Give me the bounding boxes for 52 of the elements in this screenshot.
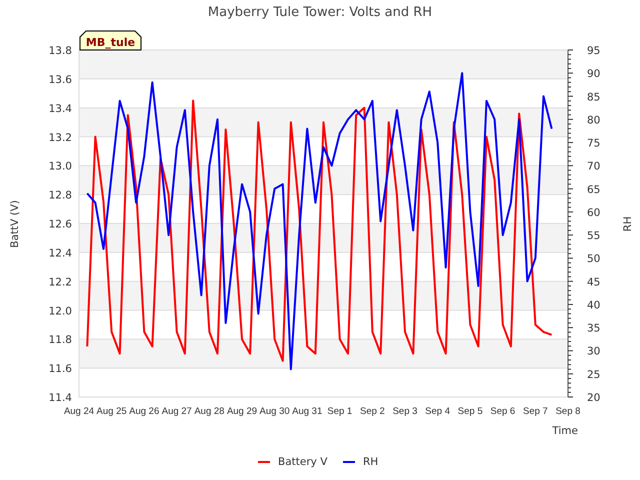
tick-label: 40 (587, 299, 600, 312)
tick-label: Sep 2 (360, 406, 385, 417)
tick-label: 12.2 (48, 276, 72, 288)
tick-label: Aug 29 (226, 406, 258, 417)
tick-label: 12.8 (48, 190, 72, 202)
tick-label: Aug 31 (292, 406, 322, 417)
tick-label: 20 (587, 392, 600, 404)
tick-label: 70 (587, 160, 600, 173)
tick-label: Aug 26 (129, 406, 160, 417)
tick-label: 25 (587, 368, 600, 381)
tick-label: Aug 25 (96, 406, 127, 417)
chart-title: Mayberry Tule Tower: Volts and RH (208, 5, 432, 20)
tick-label: 85 (587, 91, 600, 104)
tick-label: 12.6 (48, 218, 72, 230)
station-tag: MB_tule (80, 30, 142, 50)
tick-label: Aug 27 (162, 406, 192, 417)
tick-label: Aug 30 (260, 406, 290, 417)
tick-label: 95 (587, 45, 600, 57)
tick-label: Sep 3 (392, 406, 418, 417)
tick-label: Sep 4 (425, 406, 450, 417)
tick-label: 13.6 (48, 74, 72, 86)
tick-label: 11.6 (48, 363, 72, 376)
tick-label: Aug 24 (64, 406, 94, 417)
tick-label: 90 (587, 68, 600, 80)
tick-label: 45 (587, 276, 600, 288)
tick-label: 60 (587, 206, 600, 219)
tick-label: Aug 28 (194, 406, 224, 417)
tick-label: 13.2 (48, 132, 72, 144)
axis-title: Time (552, 425, 578, 437)
legend-label: Battery V (278, 456, 328, 468)
tick-label: Sep 5 (458, 406, 483, 417)
tick-label: 30 (587, 346, 600, 358)
tick-label: 35 (587, 322, 600, 335)
tick-label: 55 (587, 230, 600, 242)
tick-label: 13.0 (48, 160, 72, 173)
tick-label: 11.4 (48, 392, 72, 404)
tick-label: 13.4 (48, 102, 72, 115)
tick-label: 13.8 (48, 45, 72, 57)
tick-label: 11.8 (48, 334, 72, 346)
tick-label: Sep 6 (490, 406, 516, 417)
tick-label: 12.4 (48, 247, 72, 260)
axis-title: BattV (V) (9, 200, 21, 248)
tick-label: 65 (587, 184, 600, 196)
tick-label: 12.0 (48, 305, 72, 318)
tick-label: 50 (587, 253, 600, 266)
tick-label: 80 (587, 114, 600, 126)
tick-label: Sep 1 (327, 406, 352, 417)
axis-title: RH (622, 216, 634, 232)
tick-label: 75 (587, 138, 600, 150)
tick-label: Sep 7 (522, 406, 548, 417)
legend-label: RH (363, 456, 378, 468)
tick-label: Sep 8 (556, 406, 580, 417)
